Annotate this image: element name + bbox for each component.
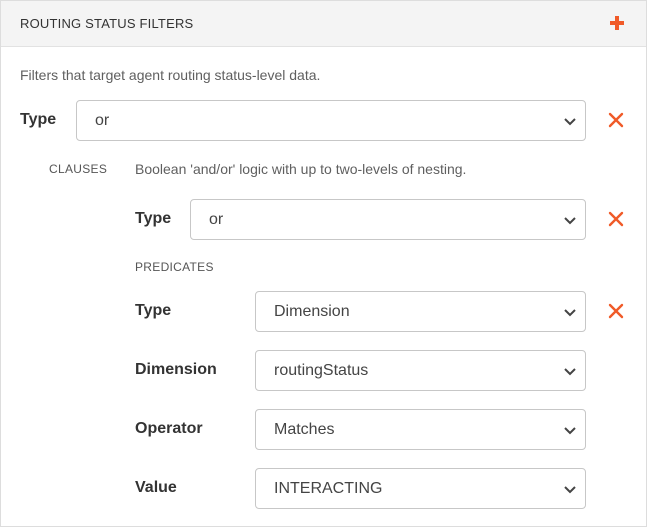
operator-value: Matches — [274, 421, 335, 438]
predicate-type-value: Dimension — [274, 303, 350, 320]
dimension-select[interactable]: routingStatus — [255, 350, 586, 391]
value-value: INTERACTING — [274, 480, 383, 497]
remove-predicate-close-icon[interactable] — [608, 303, 624, 319]
clause-type-value: or — [209, 211, 224, 228]
clause-type-select[interactable]: or — [190, 199, 586, 240]
chevron-down-icon — [563, 483, 577, 495]
clause-type-label: Type — [135, 210, 172, 227]
operator-select[interactable]: Matches — [255, 409, 586, 450]
plus-icon[interactable] — [607, 13, 627, 33]
remove-filter-close-icon[interactable] — [608, 112, 624, 128]
filter-type-value: or — [95, 112, 110, 129]
dimension-value: routingStatus — [274, 362, 369, 379]
panel-header: ROUTING STATUS FILTERS — [1, 1, 646, 47]
operator-label: Operator — [135, 420, 203, 437]
value-select[interactable]: INTERACTING — [255, 468, 586, 509]
predicate-type-select[interactable]: Dimension — [255, 291, 586, 332]
panel-title: ROUTING STATUS FILTERS — [20, 16, 194, 31]
chevron-down-icon — [563, 115, 577, 127]
chevron-down-icon — [563, 365, 577, 377]
panel-description: Filters that target agent routing status… — [20, 67, 321, 83]
chevron-down-icon — [563, 214, 577, 226]
routing-status-filters-panel: ROUTING STATUS FILTERS Filters that targ… — [0, 0, 647, 527]
predicate-type-label: Type — [135, 302, 172, 319]
filter-type-select[interactable]: or — [76, 100, 586, 141]
predicates-label: PREDICATES — [135, 260, 214, 274]
dimension-label: Dimension — [135, 361, 217, 378]
chevron-down-icon — [563, 424, 577, 436]
value-label: Value — [135, 479, 177, 496]
chevron-down-icon — [563, 306, 577, 318]
clauses-label: CLAUSES — [49, 162, 108, 176]
remove-clause-close-icon[interactable] — [608, 211, 624, 227]
filter-type-label: Type — [20, 111, 57, 128]
clauses-description: Boolean 'and/or' logic with up to two-le… — [135, 161, 467, 177]
